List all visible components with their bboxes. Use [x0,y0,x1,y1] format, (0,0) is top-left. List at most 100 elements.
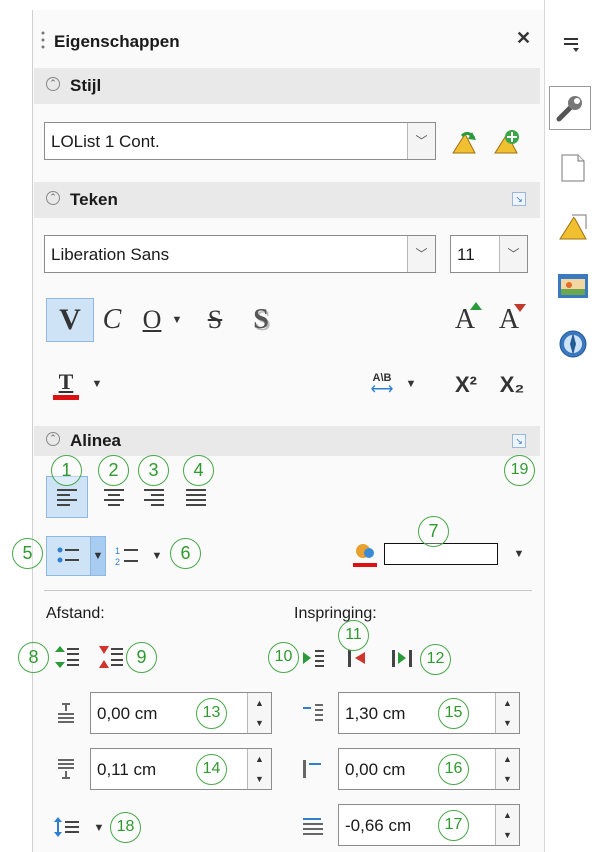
callout-3: 3 [138,455,169,486]
collapse-icon: ⌃ [46,77,60,91]
spin-down-icon[interactable]: ▼ [496,713,519,733]
svg-text:2: 2 [115,557,120,567]
strikethrough-button[interactable]: S [198,300,232,340]
before-text-indent-field[interactable]: 1,30 cm ▲ ▼ [338,692,520,734]
shadow-button[interactable]: S [244,300,278,340]
update-style-icon[interactable] [448,126,480,158]
grow-font-button[interactable]: A [448,300,482,340]
menu-icon[interactable] [555,26,591,62]
spin-buttons: ▲ ▼ [495,749,519,789]
callout-12: 12 [420,644,451,675]
character-spacing-dropdown-icon[interactable]: ▼ [404,376,418,392]
callout-7: 7 [418,516,449,547]
before-text-indent-icon [298,698,328,730]
spin-buttons: ▲ ▼ [247,749,271,789]
bold-button[interactable]: V [46,298,94,342]
paragraph-section-header[interactable]: ⌃ Alinea [34,426,540,456]
paragraph-style-value: LOList 1 Cont. [51,132,160,151]
spin-buttons: ▲ ▼ [247,693,271,733]
ordered-list-button[interactable]: 12 [110,536,146,576]
indent-label: Inspringing: [294,605,377,622]
spacing-label: Afstand: [46,605,105,622]
spin-down-icon[interactable]: ▼ [248,713,271,733]
callout-8: 8 [18,642,49,673]
above-spacing-icon [52,698,80,730]
hanging-indent-button[interactable] [388,642,418,674]
drag-handle-icon[interactable] [41,30,45,52]
spin-up-icon[interactable]: ▲ [248,749,271,769]
spin-down-icon[interactable]: ▼ [248,769,271,789]
spin-buttons: ▲ ▼ [495,805,519,845]
align-center-icon [104,489,124,506]
unordered-list-dropdown[interactable]: ▼ [90,536,106,576]
font-size-select[interactable]: 11 ﹀ [450,235,528,273]
spin-up-icon[interactable]: ▲ [496,693,519,713]
gallery-tab-icon[interactable] [555,268,591,304]
character-section-header[interactable]: ⌃ Teken [34,182,540,218]
chevron-down-icon[interactable]: ﹀ [407,236,435,272]
font-color-button[interactable]: T [50,364,82,404]
numbered-list-icon: 12 [115,546,138,567]
underline-button[interactable]: O [136,300,168,340]
first-line-indent-icon [298,810,328,842]
spin-up-icon[interactable]: ▲ [248,693,271,713]
panel-title: Eigenschappen [54,32,180,51]
callout-14: 14 [196,754,227,785]
styles-tab-icon[interactable] [555,208,591,244]
style-section-header[interactable]: ⌃ Stijl [34,68,540,104]
font-color-dropdown-icon[interactable]: ▼ [90,376,104,392]
after-text-indent-field[interactable]: 0,00 cm ▲ ▼ [338,748,520,790]
first-line-indent-value: -0,66 cm [345,816,412,835]
spin-down-icon[interactable]: ▼ [496,825,519,845]
chevron-down-icon[interactable]: ﹀ [407,123,435,159]
unordered-list-button[interactable] [46,536,92,576]
after-text-indent-icon [298,754,328,786]
subscript-button[interactable]: X₂ [492,368,532,402]
spin-down-icon[interactable]: ▼ [496,769,519,789]
shrink-font-icon [514,304,526,312]
more-options-icon[interactable]: ↘ [512,192,526,206]
character-section-title: Teken [70,190,118,209]
bullet-list-icon [57,547,79,563]
callout-15: 15 [438,698,469,729]
italic-button[interactable]: C [96,300,128,340]
callout-11: 11 [338,620,369,651]
font-size-value: 11 [457,245,475,264]
increase-spacing-icon [55,646,79,668]
increase-spacing-button[interactable] [50,640,84,674]
below-spacing-field[interactable]: 0,11 cm ▲ ▼ [90,748,272,790]
paragraph-background-icon[interactable] [350,540,380,570]
below-spacing-icon [52,754,80,786]
paragraph-background-swatch[interactable] [384,543,498,565]
line-spacing-icon[interactable] [50,812,84,842]
chevron-down-icon[interactable]: ﹀ [499,236,527,272]
style-section-title: Stijl [70,76,102,95]
callout-16: 16 [438,754,469,785]
shrink-font-button[interactable]: A [492,300,526,340]
font-color-swatch [53,394,79,400]
spin-up-icon[interactable]: ▲ [496,805,519,825]
underline-dropdown-icon[interactable]: ▼ [170,312,184,328]
divider [44,590,532,591]
callout-4: 4 [183,455,214,486]
properties-tab-wrench-icon[interactable] [549,86,591,130]
paragraph-style-select[interactable]: LOList 1 Cont. ﹀ [44,122,436,160]
line-spacing-dropdown-icon[interactable]: ▼ [92,820,106,836]
superscript-button[interactable]: X² [446,368,486,402]
increase-indent-button[interactable] [298,642,328,674]
close-icon[interactable]: ✕ [516,28,531,49]
paragraph-section-title: Alinea [70,431,122,450]
font-name-select[interactable]: Liberation Sans ﹀ [44,235,436,273]
callout-2: 2 [98,455,129,486]
ordered-list-dropdown-icon[interactable]: ▼ [150,548,164,564]
new-style-icon[interactable] [490,126,522,158]
first-line-indent-field[interactable]: -0,66 cm ▲ ▼ [338,804,520,846]
spin-up-icon[interactable]: ▲ [496,749,519,769]
character-spacing-button[interactable]: A\B ⟷ [364,366,400,402]
above-spacing-field[interactable]: 0,00 cm ▲ ▼ [90,692,272,734]
more-options-icon[interactable]: ↘ [512,434,526,448]
navigator-tab-icon[interactable] [555,326,591,362]
page-tab-icon[interactable] [555,150,591,186]
decrease-spacing-button[interactable] [94,640,128,674]
paragraph-background-dropdown-icon[interactable]: ▼ [512,546,526,562]
